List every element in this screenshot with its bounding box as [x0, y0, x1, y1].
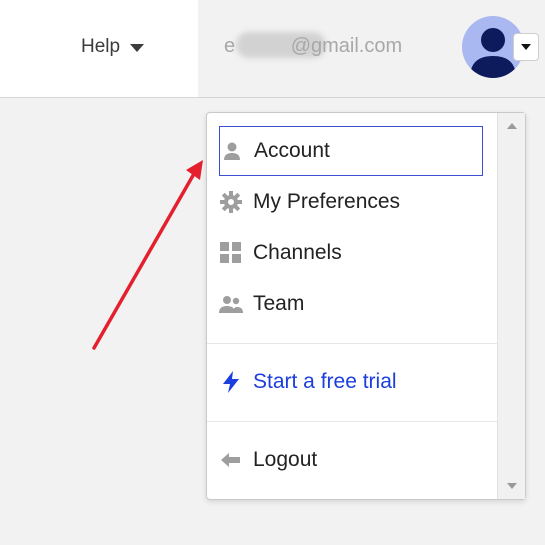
scroll-down-arrow-icon[interactable]	[507, 483, 517, 489]
caret-down-icon	[130, 44, 145, 52]
lightning-icon	[219, 370, 243, 394]
menu-item-account[interactable]: Account	[219, 126, 483, 176]
account-email: e @gmail.com	[224, 35, 403, 57]
help-label: Help	[81, 36, 121, 57]
top-bar: Help e @gmail.com	[0, 0, 545, 98]
menu-item-label: Account	[254, 139, 330, 162]
account-dropdown-toggle[interactable]	[513, 33, 539, 61]
menu-divider	[207, 343, 497, 344]
help-area: Help	[0, 0, 198, 97]
account-dropdown-menu: Account My Preferences Channels Team Sta…	[206, 112, 526, 500]
arrow-left-icon	[219, 448, 243, 472]
menu-item-label: My Preferences	[253, 190, 401, 213]
caret-down-icon	[521, 44, 531, 50]
menu-item-team[interactable]: Team	[219, 279, 483, 329]
menu-scrollbar[interactable]	[497, 113, 525, 499]
menu-item-label: Team	[253, 292, 305, 315]
grid-icon	[219, 241, 243, 265]
people-icon	[219, 292, 243, 316]
scroll-up-arrow-icon[interactable]	[507, 123, 517, 129]
trial-label: Start a free trial	[253, 370, 397, 393]
menu-divider	[207, 421, 497, 422]
logout-button[interactable]: Logout	[219, 435, 483, 485]
start-free-trial-link[interactable]: Start a free trial	[219, 357, 483, 407]
help-menu-button[interactable]: Help	[81, 36, 145, 58]
person-icon	[220, 139, 244, 163]
gear-icon	[219, 190, 243, 214]
menu-item-preferences[interactable]: My Preferences	[219, 177, 483, 227]
menu-item-label: Channels	[253, 241, 342, 264]
logout-label: Logout	[253, 448, 318, 471]
menu-item-channels[interactable]: Channels	[219, 228, 483, 278]
